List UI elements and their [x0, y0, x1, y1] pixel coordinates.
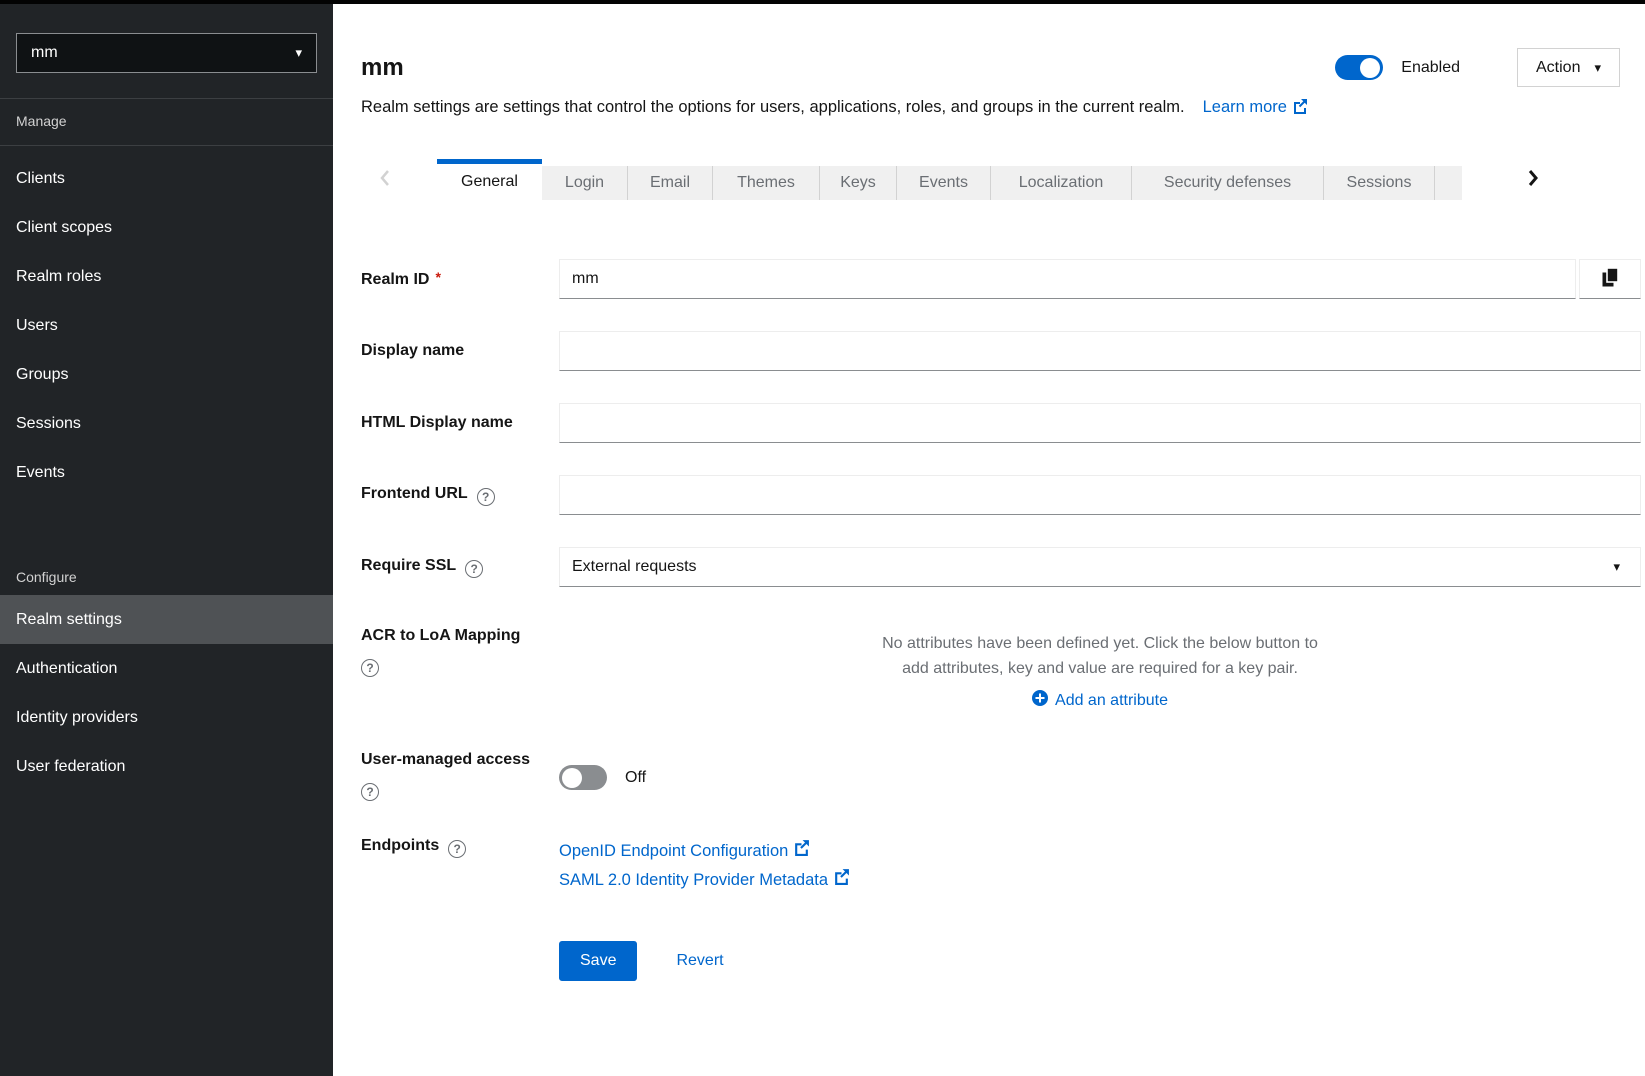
help-icon[interactable]: ?	[361, 783, 379, 801]
html-display-name-input[interactable]	[559, 403, 1641, 443]
external-link-icon	[833, 866, 850, 895]
user-managed-access-toggle[interactable]	[559, 765, 607, 790]
html-display-name-row: HTML Display name	[333, 403, 1645, 443]
nav-item-identity-providers[interactable]: Identity providers	[0, 693, 333, 742]
caret-down-icon: ▾	[1594, 60, 1601, 76]
tabs-viewport: General Login Email Themes Keys Events L…	[437, 159, 1462, 200]
user-managed-access-state: Off	[625, 769, 646, 787]
save-button[interactable]: Save	[559, 941, 637, 981]
endpoints-label: Endpoints?	[361, 837, 559, 895]
copy-realm-id-button[interactable]	[1579, 259, 1641, 299]
action-dropdown-label: Action	[1536, 59, 1580, 77]
tab-login[interactable]: Login	[542, 166, 628, 200]
nav-configure-items: Realm settings Authentication Identity p…	[0, 595, 333, 799]
nav-item-client-scopes[interactable]: Client scopes	[0, 203, 333, 252]
help-icon[interactable]: ?	[477, 488, 495, 506]
tab-tokens[interactable]: Tokens	[1435, 166, 1462, 200]
display-name-row: Display name	[333, 331, 1645, 371]
display-name-label: Display name	[361, 342, 559, 360]
page-description: Realm settings are settings that control…	[361, 98, 1185, 116]
realm-selector-value: mm	[31, 44, 58, 62]
tab-events[interactable]: Events	[897, 166, 991, 200]
main-content: mm Enabled Action ▾ Realm settings are s…	[333, 4, 1645, 1076]
tab-email[interactable]: Email	[628, 166, 713, 200]
page-title: mm	[361, 54, 404, 82]
app-root: mm ▾ Manage Clients Client scopes Realm …	[0, 0, 1645, 1076]
tab-themes[interactable]: Themes	[713, 166, 820, 200]
chevron-left-icon	[379, 168, 391, 191]
require-ssl-label: Require SSL?	[361, 557, 559, 578]
endpoints-row: Endpoints? OpenID Endpoint Configuration…	[333, 837, 1645, 895]
caret-down-icon: ▾	[1613, 559, 1620, 575]
page-header: mm Enabled Action ▾	[333, 4, 1645, 87]
action-dropdown-button[interactable]: Action ▾	[1517, 48, 1620, 87]
page-description-row: Realm settings are settings that control…	[333, 87, 1645, 119]
saml-metadata-link[interactable]: SAML 2.0 Identity Provider Metadata	[559, 866, 850, 895]
html-display-name-label: HTML Display name	[361, 414, 559, 432]
revert-button[interactable]: Revert	[676, 952, 723, 970]
nav-manage-items: Clients Client scopes Realm roles Users …	[0, 146, 333, 505]
nav-item-groups[interactable]: Groups	[0, 350, 333, 399]
sidebar: mm ▾ Manage Clients Client scopes Realm …	[0, 4, 333, 1076]
copy-icon	[1601, 267, 1620, 291]
tab-security-defenses[interactable]: Security defenses	[1132, 166, 1324, 200]
user-managed-access-label: User-managed access ?	[361, 751, 559, 801]
external-link-icon	[793, 837, 810, 866]
nav-item-events[interactable]: Events	[0, 448, 333, 497]
acr-mapping-label: ACR to LoA Mapping ?	[361, 619, 559, 711]
nav-section-manage: Manage	[0, 99, 333, 145]
help-icon[interactable]: ?	[465, 560, 483, 578]
acr-mapping-row: ACR to LoA Mapping ? No attributes have …	[333, 619, 1645, 711]
realm-id-label: Realm ID*	[361, 269, 559, 289]
realm-id-row: Realm ID*	[333, 259, 1645, 299]
require-ssl-row: Require SSL? External requests ▾	[333, 547, 1645, 587]
enabled-label: Enabled	[1401, 59, 1460, 77]
openid-endpoint-link[interactable]: OpenID Endpoint Configuration	[559, 837, 810, 866]
external-link-icon	[1292, 98, 1308, 119]
nav-item-sessions[interactable]: Sessions	[0, 399, 333, 448]
nav-item-users[interactable]: Users	[0, 301, 333, 350]
tab-keys[interactable]: Keys	[820, 166, 897, 200]
learn-more-link[interactable]: Learn more	[1203, 98, 1308, 116]
nav-item-user-federation[interactable]: User federation	[0, 742, 333, 791]
frontend-url-row: Frontend URL?	[333, 475, 1645, 515]
frontend-url-label: Frontend URL?	[361, 485, 559, 506]
nav-item-authentication[interactable]: Authentication	[0, 644, 333, 693]
realm-settings-tabs: General Login Email Themes Keys Events L…	[333, 159, 1645, 200]
form-actions: Save Revert	[559, 917, 1645, 981]
general-settings-form: Realm ID* Display name	[333, 200, 1645, 981]
realm-id-input[interactable]	[559, 259, 1576, 299]
realm-enabled-toggle[interactable]	[1335, 55, 1383, 80]
require-ssl-select[interactable]: External requests ▾	[559, 547, 1641, 587]
tabs-scroll-right-button[interactable]	[1516, 159, 1549, 200]
nav-item-clients[interactable]: Clients	[0, 154, 333, 203]
display-name-input[interactable]	[559, 331, 1641, 371]
require-ssl-selected-value: External requests	[572, 558, 697, 576]
user-managed-access-row: User-managed access ? Off	[333, 751, 1645, 801]
acr-empty-state-text: No attributes have been defined yet. Cli…	[880, 631, 1320, 681]
chevron-right-icon	[1526, 168, 1539, 191]
add-attribute-link[interactable]: Add an attribute	[559, 690, 1641, 711]
tab-general[interactable]: General	[437, 159, 542, 200]
required-asterisk: *	[435, 269, 440, 285]
caret-down-icon: ▾	[295, 45, 302, 61]
help-icon[interactable]: ?	[361, 659, 379, 677]
nav-item-realm-settings[interactable]: Realm settings	[0, 595, 333, 644]
plus-circle-icon	[1032, 690, 1048, 711]
frontend-url-input[interactable]	[559, 475, 1641, 515]
tab-localization[interactable]: Localization	[991, 166, 1132, 200]
realm-selector[interactable]: mm ▾	[16, 33, 317, 73]
nav-item-realm-roles[interactable]: Realm roles	[0, 252, 333, 301]
help-icon[interactable]: ?	[448, 840, 466, 858]
tab-sessions[interactable]: Sessions	[1324, 166, 1435, 200]
nav-section-configure: Configure	[0, 505, 333, 595]
tabs-scroll-left-button[interactable]	[333, 159, 437, 200]
